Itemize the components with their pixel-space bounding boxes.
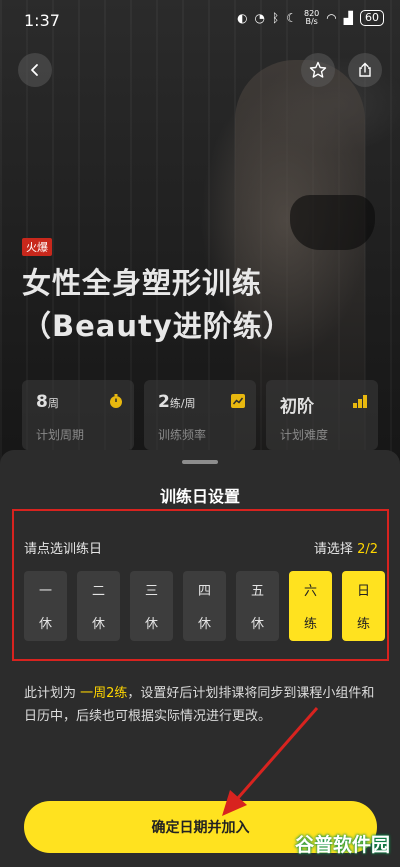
day-name: 四 — [197, 584, 211, 599]
sheet-drag-handle[interactable] — [182, 460, 218, 464]
trend-icon — [231, 394, 245, 408]
day-status: 练 — [303, 617, 317, 632]
speedometer-icon: ◔ — [254, 11, 266, 25]
bluetooth-icon: ᛒ — [272, 11, 280, 25]
network-speed: 820 B/s — [304, 10, 319, 26]
day-name: 一 — [38, 584, 52, 599]
sheet-title: 训练日设置 — [159, 487, 240, 506]
stat-number: 2 — [158, 392, 170, 412]
stat-value: 8周 — [36, 392, 59, 412]
wifi-icon: ◠ — [326, 11, 337, 25]
plan-note: 此计划为 一周2练，设置好后计划排课将同步到课程小组件和日历中，后续也可根据实际… — [24, 682, 376, 728]
select-count: 请选择 2/2 — [314, 538, 378, 557]
signal-icon: ▟ — [343, 11, 353, 25]
moon-icon: ☾ — [286, 11, 297, 25]
share-icon — [359, 62, 371, 77]
day-status: 练 — [356, 617, 370, 632]
hot-badge: 火爆 — [22, 238, 52, 256]
day-name: 五 — [250, 584, 264, 599]
course-stats: 8周 计划周期 2练/周 训练频率 初阶 计划难度 — [22, 380, 378, 450]
day-status: 休 — [91, 617, 105, 632]
stat-value: 2练/周 — [158, 392, 196, 412]
select-count-label: 请选择 — [313, 542, 353, 557]
day-status: 休 — [144, 617, 158, 632]
stat-value: 初阶 — [280, 392, 314, 417]
battery-icon: 60 — [360, 10, 384, 26]
stat-label: 训练频率 — [158, 428, 207, 442]
hero-figure-shadow — [290, 195, 375, 250]
training-day-sheet: 训练日设置 请点选训练日 请选择 2/2 一 休 二 休 三 休 四 休 五 休… — [0, 450, 400, 867]
plan-note-prefix: 此计划为 — [24, 686, 81, 701]
stat-card-frequency: 2练/周 训练频率 — [144, 380, 256, 450]
favorite-button[interactable] — [301, 53, 335, 87]
day-button-sat[interactable]: 六 练 — [289, 571, 332, 641]
stat-card-period: 8周 计划周期 — [22, 380, 134, 450]
notification-icon: ◐ — [237, 11, 248, 25]
day-button-fri[interactable]: 五 休 — [236, 571, 279, 641]
day-button-mon[interactable]: 一 休 — [24, 571, 67, 641]
day-name: 日 — [356, 584, 370, 599]
stat-number: 初阶 — [280, 397, 314, 417]
plan-note-highlight: 一周2练 — [80, 686, 128, 701]
status-time: 1:37 — [24, 11, 60, 30]
network-speed-unit: B/s — [305, 17, 318, 26]
course-title-line1: 女性全身塑形训练 — [22, 266, 263, 300]
status-bar: 1:37 ◐ ◔ ᛒ ☾ 820 B/s ◠ ▟ 60 — [0, 0, 400, 40]
stat-card-difficulty: 初阶 计划难度 — [266, 380, 378, 450]
stat-label: 计划周期 — [36, 428, 85, 442]
stat-number: 8 — [36, 392, 48, 412]
course-title: 女性全身塑形训练 （Beauty进阶练） — [22, 262, 293, 348]
stopwatch-icon — [110, 394, 122, 408]
day-status: 休 — [38, 617, 52, 632]
course-title-line2: （Beauty进阶练） — [22, 309, 293, 343]
day-name: 二 — [91, 584, 105, 599]
day-name: 三 — [144, 584, 158, 599]
day-select-prompt: 请点选训练日 — [24, 542, 103, 557]
stat-label: 计划难度 — [280, 428, 329, 442]
back-button[interactable] — [18, 53, 52, 87]
status-icons: ◐ ◔ ᛒ ☾ 820 B/s ◠ ▟ 60 — [237, 10, 384, 26]
day-status: 休 — [197, 617, 211, 632]
weekday-selector: 一 休 二 休 三 休 四 休 五 休 六 练 日 练 — [24, 571, 385, 641]
day-button-sun[interactable]: 日 练 — [342, 571, 385, 641]
stat-unit: 周 — [47, 397, 59, 410]
chevron-left-icon — [31, 64, 38, 76]
day-name: 六 — [303, 584, 317, 599]
level-bars-icon — [353, 395, 367, 408]
watermark-logo: 谷普软件园 — [294, 834, 390, 856]
select-count-value: 2/2 — [357, 542, 378, 557]
day-button-wed[interactable]: 三 休 — [130, 571, 173, 641]
share-button[interactable] — [348, 53, 382, 87]
day-status: 休 — [250, 617, 264, 632]
star-icon — [309, 61, 327, 78]
day-button-tue[interactable]: 二 休 — [77, 571, 120, 641]
stat-unit: 练/周 — [169, 397, 196, 410]
day-button-thu[interactable]: 四 休 — [183, 571, 226, 641]
